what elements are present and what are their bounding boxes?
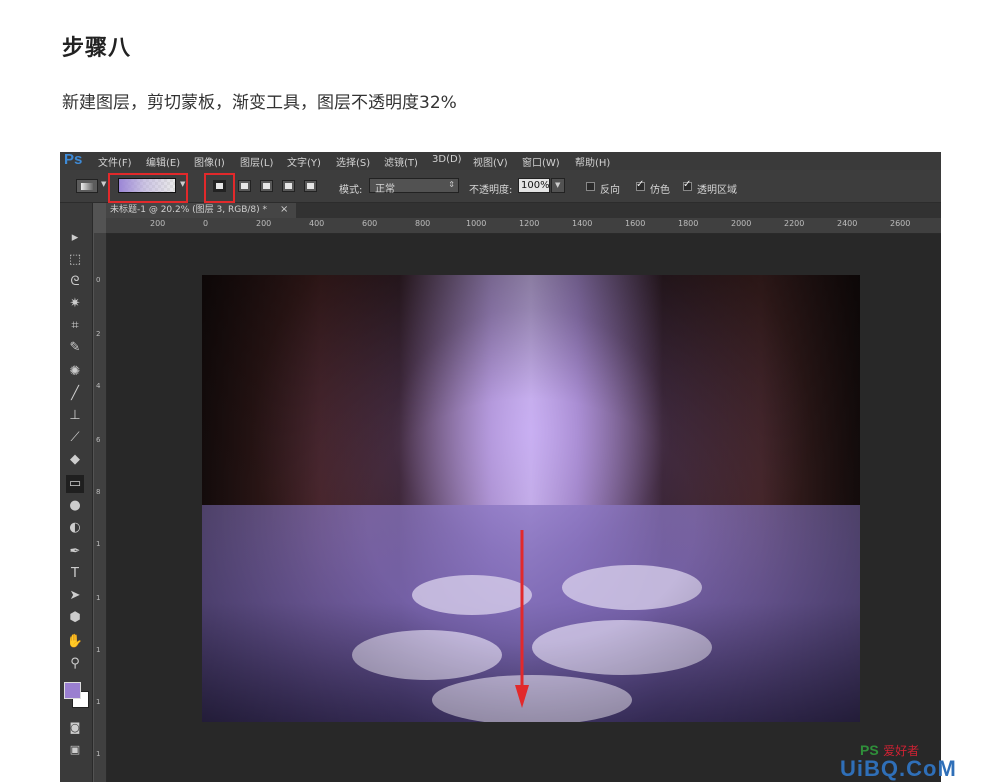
ruler-tick: 600: [362, 219, 378, 228]
history-brush-tool-icon[interactable]: ⟋: [66, 429, 84, 447]
ruler-tick: 200: [256, 219, 272, 228]
document-tab[interactable]: 未标题-1 @ 20.2% (图层 3, RGB/8) *: [106, 203, 296, 218]
eyedropper-tool-icon[interactable]: ✎: [66, 339, 84, 357]
gradient-tool-icon: [81, 183, 93, 190]
menu-help[interactable]: 帮助(H): [575, 154, 610, 169]
ruler-tick: 1: [96, 750, 101, 758]
ruler-tick: 4: [96, 382, 101, 390]
angle-gradient-button[interactable]: [260, 180, 273, 192]
drag-direction-arrow-icon: [515, 530, 529, 708]
alley-photo-canvas[interactable]: [202, 275, 860, 722]
quick-mask-icon[interactable]: ◙: [66, 719, 84, 737]
ruler-tick: 400: [309, 219, 325, 228]
crop-tool-icon[interactable]: ⌗: [66, 317, 84, 335]
clone-stamp-tool-icon[interactable]: ⊥: [66, 407, 84, 425]
photoshop-window: Ps 文件(F) 编辑(E) 图像(I) 图层(L) 文字(Y) 选择(S) 滤…: [60, 152, 941, 782]
gradient-highlight-box: [108, 173, 188, 203]
magic-wand-tool-icon[interactable]: ✷: [66, 295, 84, 313]
shape-tool-icon[interactable]: ⬢: [66, 609, 84, 627]
ruler-tick: 2: [96, 330, 101, 338]
eraser-tool-icon[interactable]: ◆: [66, 451, 84, 469]
ruler-tick: 1200: [519, 219, 540, 228]
ruler-tick: 800: [415, 219, 431, 228]
linear-gradient-highlight-box: [204, 173, 235, 203]
step-heading: 步骤八: [62, 36, 132, 61]
mode-select[interactable]: 正常 ⇕: [369, 178, 459, 195]
menu-layer[interactable]: 图层(L): [240, 154, 273, 169]
ruler-tick: 1: [96, 540, 101, 548]
ruler-tick: 1: [96, 698, 101, 706]
ruler-tick: 1: [96, 594, 101, 602]
healing-brush-tool-icon[interactable]: ✺: [66, 363, 84, 381]
ruler-tick: 1400: [572, 219, 593, 228]
opacity-dropdown-button[interactable]: ▼: [551, 178, 565, 193]
path-selection-tool-icon[interactable]: ➤: [66, 587, 84, 605]
ruler-tick: 2200: [784, 219, 805, 228]
horizontal-ruler: 200 0 200 400 600 800 1000 1200 1400 160…: [106, 218, 941, 234]
menu-bar: Ps 文件(F) 编辑(E) 图像(I) 图层(L) 文字(Y) 选择(S) 滤…: [60, 152, 941, 170]
marquee-tool-icon[interactable]: ⬚: [66, 251, 84, 269]
watermark-site: UiBQ.CoM: [840, 756, 957, 781]
move-tool-icon[interactable]: ▸: [66, 229, 84, 247]
mode-label: 模式:: [339, 185, 363, 196]
reflected-gradient-button[interactable]: [282, 180, 295, 192]
ruler-tick: 1000: [466, 219, 487, 228]
ruler-tick: 2400: [837, 219, 858, 228]
foreground-color-swatch[interactable]: [64, 682, 81, 699]
zoom-tool-icon[interactable]: ⚲: [66, 655, 84, 673]
menu-filter[interactable]: 滤镜(T): [384, 154, 418, 169]
reverse-checkbox[interactable]: [586, 182, 595, 191]
mode-value: 正常: [375, 184, 395, 195]
ruler-tick: 2000: [731, 219, 752, 228]
menu-edit[interactable]: 编辑(E): [146, 154, 180, 169]
ruler-tick: 2600: [890, 219, 911, 228]
step-description: 新建图层，剪切蒙板，渐变工具，图层不透明度32%: [62, 93, 457, 113]
menu-window[interactable]: 窗口(W): [522, 154, 560, 169]
dodge-tool-icon[interactable]: ◐: [66, 519, 84, 537]
ruler-tick: 6: [96, 436, 101, 444]
opacity-input[interactable]: 100%: [518, 178, 550, 193]
dither-checkbox[interactable]: [636, 179, 645, 191]
preset-dropdown-icon[interactable]: ▼: [101, 180, 106, 188]
document-tab-bar: 未标题-1 @ 20.2% (图层 3, RGB/8) * ×: [106, 203, 941, 218]
tool-preset-picker[interactable]: [76, 179, 98, 193]
gradient-tool-button-icon[interactable]: ▭: [66, 475, 84, 493]
ruler-tick: 8: [96, 488, 101, 496]
tools-panel: ▸ ⬚ ᘓ ✷ ⌗ ✎ ✺ ╱ ⊥ ⟋ ◆ ▭ ● ◐ ✒ T ➤ ⬢ ✋ ⚲ …: [60, 203, 93, 782]
ruler-tick: 0: [203, 219, 209, 228]
ruler-tick: 1800: [678, 219, 699, 228]
transparency-label: 透明区域: [697, 185, 737, 196]
blur-tool-icon[interactable]: ●: [66, 497, 84, 515]
menu-file[interactable]: 文件(F): [98, 154, 132, 169]
transparency-checkbox[interactable]: [683, 179, 692, 191]
ruler-tick: 0: [96, 276, 101, 284]
options-bar: ▼ ▼ 模式: 正常 ⇕ 不透明度: 100% ▼ 反向 仿色 透明区域: [60, 170, 941, 203]
ruler-tick: 200: [150, 219, 166, 228]
hand-tool-icon[interactable]: ✋: [66, 633, 84, 651]
vertical-ruler: 0 2 4 6 8 1 1 1 1 1: [94, 233, 107, 782]
menu-view[interactable]: 视图(V): [473, 154, 508, 169]
opacity-dropdown-icon: ▼: [555, 181, 561, 189]
pen-tool-icon[interactable]: ✒: [66, 543, 84, 561]
menu-3d[interactable]: 3D(D): [432, 154, 462, 165]
document-tab-label: 未标题-1 @ 20.2% (图层 3, RGB/8) *: [110, 205, 267, 215]
dither-label: 仿色: [650, 185, 670, 196]
ruler-tick: 1600: [625, 219, 646, 228]
opacity-value: 100%: [521, 180, 550, 191]
ps-logo: Ps: [64, 152, 83, 168]
brush-tool-icon[interactable]: ╱: [66, 385, 84, 403]
close-tab-icon[interactable]: ×: [280, 204, 288, 215]
menu-image[interactable]: 图像(I): [194, 154, 225, 169]
lasso-tool-icon[interactable]: ᘓ: [66, 273, 84, 291]
diamond-gradient-button[interactable]: [304, 180, 317, 192]
mode-dropdown-icon: ⇕: [448, 180, 455, 189]
opacity-label: 不透明度:: [469, 185, 513, 196]
radial-gradient-button[interactable]: [238, 180, 251, 192]
screen-mode-icon[interactable]: ▣: [66, 741, 84, 759]
menu-select[interactable]: 选择(S): [336, 154, 370, 169]
reverse-label: 反向: [600, 185, 620, 196]
ruler-tick: 1: [96, 646, 101, 654]
type-tool-icon[interactable]: T: [66, 565, 84, 583]
menu-type[interactable]: 文字(Y): [287, 154, 321, 169]
